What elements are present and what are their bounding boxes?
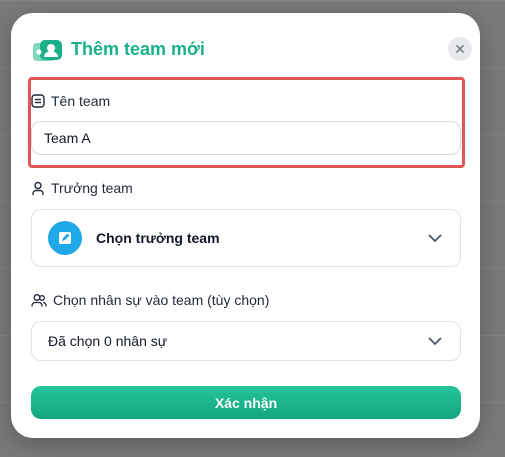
dialog-title: Thêm team mới (71, 39, 205, 59)
team-leader-select-text: Chọn trưởng team (96, 230, 220, 246)
close-button[interactable]: ✕ (448, 37, 472, 61)
members-label-text: Chọn nhân sự vào team (tùy chọn) (53, 292, 270, 308)
team-name-label-text: Tên team (51, 93, 111, 109)
team-leader-label: Trưởng team (31, 180, 133, 196)
members-label: Chọn nhân sự vào team (tùy chọn) (31, 292, 269, 308)
team-name-input[interactable]: Team A (31, 121, 461, 155)
dialog-header: Thêm team mới (31, 35, 461, 65)
text-field-icon (31, 94, 45, 108)
chevron-down-icon (428, 337, 442, 346)
close-icon: ✕ (454, 40, 466, 57)
team-leader-select[interactable]: Chọn trưởng team (31, 209, 461, 267)
edit-icon (48, 221, 82, 255)
members-select[interactable]: Đã chọn 0 nhân sự (31, 321, 461, 361)
add-team-dialog: Thêm team mới ✕ Tên team Team A Trưởng t… (11, 13, 480, 438)
chevron-down-icon (428, 234, 442, 243)
team-name-value: Team A (44, 130, 91, 146)
team-name-label: Tên team (31, 93, 110, 109)
person-icon (32, 181, 44, 195)
confirm-button[interactable]: Xác nhận (31, 386, 461, 419)
team-logo-icon (33, 40, 62, 61)
people-icon (31, 293, 47, 306)
members-select-text: Đã chọn 0 nhân sự (48, 333, 168, 349)
team-leader-label-text: Trưởng team (51, 180, 133, 196)
